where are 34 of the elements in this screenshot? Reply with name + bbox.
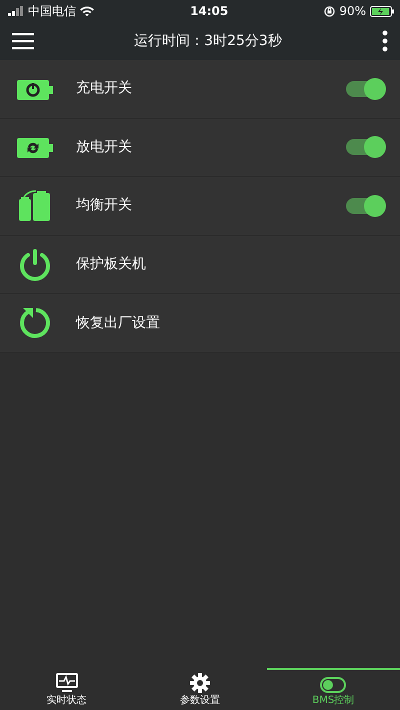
batteries-icon	[18, 190, 52, 222]
charging-battery-icon	[17, 78, 53, 100]
signal-icon	[8, 6, 24, 16]
nav-tab[interactable]: 实时状态	[0, 668, 134, 710]
carrier-name: 中国电信	[28, 3, 76, 20]
restore-icon	[18, 306, 52, 340]
power-icon	[18, 248, 52, 282]
more-options-icon[interactable]	[382, 30, 388, 52]
list-row[interactable]: 恢复出厂设置	[0, 294, 400, 353]
list-row[interactable]: 保护板关机	[0, 236, 400, 294]
rotation-lock-icon	[324, 6, 336, 16]
menu-icon[interactable]	[12, 32, 34, 50]
toggle-icon	[320, 677, 346, 693]
list-row[interactable]: 充电开关	[0, 60, 400, 119]
list-row[interactable]: 均衡开关	[0, 177, 400, 236]
toggle-switch[interactable]	[346, 139, 384, 156]
toggle-switch[interactable]	[346, 198, 384, 214]
nav-tab[interactable]: BMS控制	[266, 668, 400, 710]
header-title: 运行时间：3时25分3秒	[134, 32, 282, 50]
settings-icon	[190, 673, 210, 693]
item-label: 均衡开关	[76, 196, 133, 216]
item-label: 充电开关	[76, 79, 133, 98]
item-label: 恢复出厂设置	[76, 314, 161, 333]
item-label: 放电开关	[76, 138, 133, 157]
monitor-icon	[56, 673, 78, 693]
battery-icon	[370, 6, 394, 16]
status-time: 14:05	[190, 4, 228, 18]
nav-tab[interactable]: 参数设置	[133, 668, 267, 710]
wifi-icon	[80, 6, 94, 16]
refresh-battery-icon	[17, 136, 53, 158]
list-row[interactable]: 放电开关	[0, 118, 400, 178]
toggle-switch[interactable]	[346, 80, 384, 97]
item-label: 保护板关机	[76, 255, 147, 274]
battery-percent: 90%	[339, 3, 366, 20]
